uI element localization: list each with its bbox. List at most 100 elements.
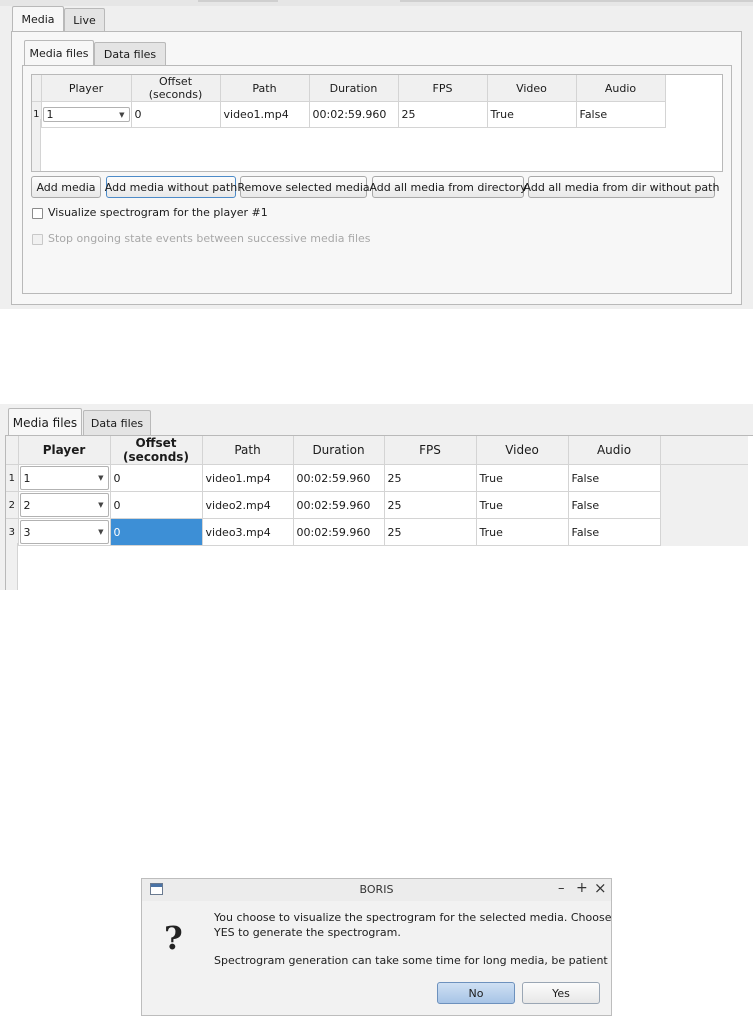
player-select-value: 1 bbox=[23, 471, 31, 485]
add-media-without-path-button[interactable]: Add media without path bbox=[104, 176, 238, 198]
yes-button[interactable]: Yes bbox=[522, 982, 600, 1004]
visualize-spectrogram-checkbox[interactable] bbox=[32, 208, 43, 219]
header-filler bbox=[660, 436, 748, 465]
column-header-audio[interactable]: Audio bbox=[576, 75, 666, 102]
row-number[interactable]: 2 bbox=[6, 491, 19, 519]
row-number[interactable]: 1 bbox=[6, 464, 19, 492]
tab-media-files-zoom[interactable]: Media files bbox=[8, 408, 82, 436]
table-row[interactable]: 2 2 ▼ 0 video2.mp4 00:02:59.960 25 True … bbox=[6, 491, 748, 519]
column-header-fps[interactable]: FPS bbox=[398, 75, 488, 102]
fps-cell[interactable]: 25 bbox=[384, 464, 477, 492]
tab-media-files-zoom-label: Media files bbox=[12, 415, 78, 430]
column-header-offset[interactable]: Offset (seconds) bbox=[131, 75, 221, 102]
column-header-path[interactable]: Path bbox=[202, 436, 294, 465]
row-filler bbox=[660, 491, 748, 519]
path-cell[interactable]: video3.mp4 bbox=[202, 518, 294, 546]
boris-dialog: BORIS – + × ? You choose to visualize th… bbox=[141, 878, 612, 1016]
tab-live[interactable]: Live bbox=[64, 8, 105, 32]
close-icon[interactable]: × bbox=[594, 879, 607, 897]
stop-state-events-checkbox bbox=[32, 234, 43, 245]
visualize-spectrogram-label[interactable]: Visualize spectrogram for the player #1 bbox=[48, 206, 268, 219]
audio-cell[interactable]: False bbox=[568, 464, 661, 492]
tab-media[interactable]: Media bbox=[12, 6, 64, 32]
table-corner bbox=[32, 75, 42, 102]
player-select-value: 3 bbox=[23, 525, 31, 539]
tab-data-files-zoom-label: Data files bbox=[90, 417, 144, 430]
tab-media-label: Media bbox=[21, 13, 55, 26]
player-select[interactable]: 1 ▼ bbox=[42, 107, 130, 122]
column-header-audio[interactable]: Audio bbox=[568, 436, 661, 465]
chevron-down-icon: ▼ bbox=[98, 501, 104, 509]
chevron-down-icon: ▼ bbox=[119, 110, 125, 119]
add-all-media-from-directory-button[interactable]: Add all media from directory bbox=[369, 176, 527, 198]
table-corner bbox=[6, 436, 19, 465]
media-table[interactable]: Player Offset (seconds) Path Duration FP… bbox=[31, 74, 723, 172]
offset-cell[interactable]: 0 bbox=[110, 491, 203, 519]
row-number[interactable]: 3 bbox=[6, 518, 19, 546]
player-select[interactable]: 1 ▼ bbox=[19, 466, 109, 490]
add-media-button[interactable]: Add media bbox=[31, 176, 101, 198]
no-button-label: No bbox=[468, 986, 484, 1000]
column-header-offset[interactable]: Offset (seconds) bbox=[110, 436, 203, 465]
column-header-fps[interactable]: FPS bbox=[384, 436, 477, 465]
column-header-path[interactable]: Path bbox=[220, 75, 310, 102]
duration-cell[interactable]: 00:02:59.960 bbox=[293, 491, 385, 519]
player-select[interactable]: 2 ▼ bbox=[19, 493, 109, 517]
row-header-filler bbox=[32, 119, 41, 171]
tab-data-files-zoom[interactable]: Data files bbox=[83, 410, 151, 436]
media-table-zoom[interactable]: Player Offset (seconds) Path Duration FP… bbox=[5, 435, 753, 590]
video-cell[interactable]: True bbox=[476, 491, 569, 519]
maximize-icon[interactable]: + bbox=[576, 880, 588, 896]
column-header-player[interactable]: Player bbox=[41, 75, 132, 102]
path-cell[interactable]: video1.mp4 bbox=[220, 101, 310, 128]
audio-cell[interactable]: False bbox=[576, 101, 666, 128]
video-cell[interactable]: True bbox=[476, 464, 569, 492]
add-all-media-from-dir-without-path-button[interactable]: Add all media from dir without path bbox=[524, 176, 719, 198]
tab-data-files-label: Data files bbox=[103, 48, 157, 61]
duration-cell[interactable]: 00:02:59.960 bbox=[309, 101, 399, 128]
offset-cell[interactable]: 0 bbox=[110, 464, 203, 492]
player-select-value: 1 bbox=[46, 108, 54, 121]
column-header-video[interactable]: Video bbox=[487, 75, 577, 102]
audio-cell[interactable]: False bbox=[568, 518, 661, 546]
video-cell[interactable]: True bbox=[487, 101, 577, 128]
remove-selected-media-button[interactable]: Remove selected media bbox=[237, 176, 370, 198]
audio-cell[interactable]: False bbox=[568, 491, 661, 519]
offset-cell[interactable]: 0 bbox=[131, 101, 221, 128]
add-media-without-path-label: Add media without path bbox=[104, 180, 238, 194]
tab-media-files-label: Media files bbox=[29, 47, 89, 60]
dialog-message-line1: You choose to visualize the spectrogram … bbox=[214, 911, 612, 924]
dialog-titlebar: BORIS – + × bbox=[142, 879, 611, 901]
fps-cell[interactable]: 25 bbox=[384, 491, 477, 519]
tab-media-files[interactable]: Media files bbox=[24, 40, 94, 66]
player-select[interactable]: 3 ▼ bbox=[19, 520, 109, 544]
chevron-down-icon: ▼ bbox=[98, 474, 104, 482]
question-icon: ? bbox=[164, 919, 183, 957]
duration-cell[interactable]: 00:02:59.960 bbox=[293, 518, 385, 546]
player-select-value: 2 bbox=[23, 498, 31, 512]
offset-cell-selected[interactable]: 0 bbox=[110, 518, 203, 546]
duration-cell[interactable]: 00:02:59.960 bbox=[293, 464, 385, 492]
tab-data-files[interactable]: Data files bbox=[94, 42, 166, 66]
no-button[interactable]: No bbox=[437, 982, 515, 1004]
path-cell[interactable]: video2.mp4 bbox=[202, 491, 294, 519]
row-header-filler bbox=[6, 543, 18, 590]
table-row[interactable]: 1 1 ▼ 0 video1.mp4 00:02:59.960 25 True … bbox=[6, 464, 748, 492]
add-all-media-from-directory-label: Add all media from directory bbox=[369, 180, 527, 194]
dialog-message-line3: Spectrogram generation can take some tim… bbox=[214, 954, 608, 967]
column-header-player[interactable]: Player bbox=[18, 436, 111, 465]
fps-cell[interactable]: 25 bbox=[384, 518, 477, 546]
dialog-message-line2: YES to generate the spectrogram. bbox=[214, 926, 401, 939]
add-media-button-label: Add media bbox=[36, 180, 96, 194]
fps-cell[interactable]: 25 bbox=[398, 101, 488, 128]
remove-selected-media-label: Remove selected media bbox=[237, 180, 370, 194]
path-cell[interactable]: video1.mp4 bbox=[202, 464, 294, 492]
column-header-duration[interactable]: Duration bbox=[293, 436, 385, 465]
minimize-icon[interactable]: – bbox=[558, 881, 565, 896]
column-header-duration[interactable]: Duration bbox=[309, 75, 399, 102]
video-cell[interactable]: True bbox=[476, 518, 569, 546]
table-row[interactable]: 3 3 ▼ 0 video3.mp4 00:02:59.960 25 True … bbox=[6, 518, 748, 546]
column-header-video[interactable]: Video bbox=[476, 436, 569, 465]
table-row[interactable]: 1 1 ▼ 0 video1.mp4 00:02:59.960 25 True … bbox=[32, 101, 666, 128]
row-filler bbox=[660, 464, 748, 492]
